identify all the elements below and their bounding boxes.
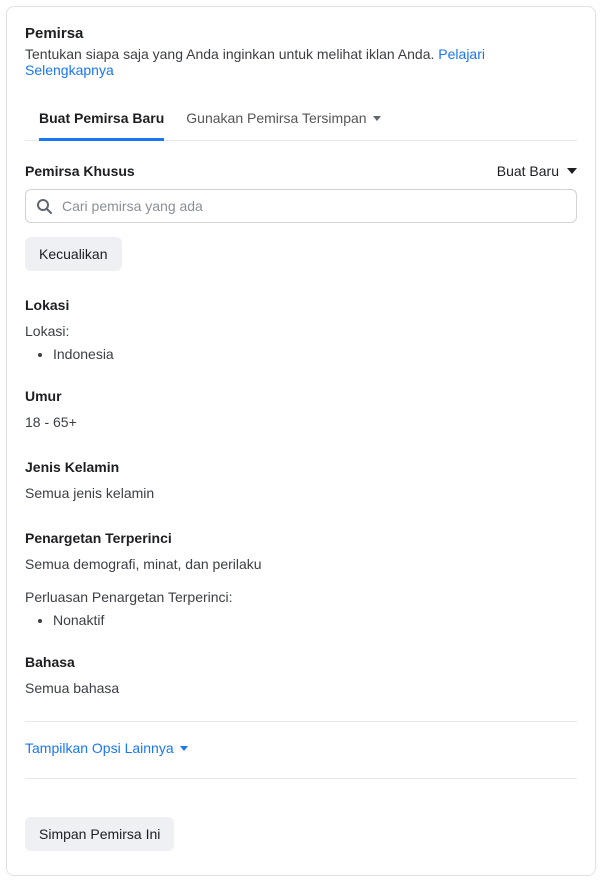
expansion-label: Perluasan Penargetan Terperinci:	[25, 587, 577, 608]
exclude-button[interactable]: Kecualikan	[25, 237, 122, 271]
language-block: Bahasa Semua bahasa	[25, 654, 577, 699]
search-input[interactable]	[62, 198, 566, 214]
card-header: Pemirsa Tentukan siapa saja yang Anda in…	[25, 25, 577, 78]
create-new-dropdown[interactable]: Buat Baru	[497, 163, 577, 179]
detailed-value: Semua demografi, minat, dan perilaku	[25, 554, 577, 575]
location-block: Lokasi Lokasi: Indonesia	[25, 297, 577, 362]
list-item: Indonesia	[53, 346, 577, 362]
gender-title: Jenis Kelamin	[25, 459, 577, 475]
language-title: Bahasa	[25, 654, 577, 670]
location-title: Lokasi	[25, 297, 577, 313]
custom-audience-label: Pemirsa Khusus	[25, 163, 135, 179]
divider	[25, 721, 577, 722]
language-value: Semua bahasa	[25, 678, 577, 699]
tab-create-audience[interactable]: Buat Pemirsa Baru	[39, 102, 164, 141]
save-audience-button[interactable]: Simpan Pemirsa Ini	[25, 817, 174, 851]
save-button-wrap: Simpan Pemirsa Ini	[25, 817, 577, 851]
expansion-list: Nonaktif	[25, 612, 577, 628]
tab-label: Buat Pemirsa Baru	[39, 110, 164, 126]
tab-saved-audience[interactable]: Gunakan Pemirsa Tersimpan	[186, 102, 380, 141]
page-title: Pemirsa	[25, 25, 577, 42]
show-more-options[interactable]: Tampilkan Opsi Lainnya	[25, 740, 188, 756]
chevron-down-icon	[567, 168, 577, 174]
chevron-down-icon	[373, 116, 381, 121]
search-input-wrap[interactable]	[25, 189, 577, 223]
audience-card: Pemirsa Tentukan siapa saja yang Anda in…	[6, 6, 596, 876]
location-label: Lokasi:	[25, 321, 577, 342]
custom-audience-header: Pemirsa Khusus Buat Baru	[25, 163, 577, 179]
search-icon	[36, 198, 52, 214]
list-item: Nonaktif	[53, 612, 577, 628]
age-title: Umur	[25, 388, 577, 404]
age-block: Umur 18 - 65+	[25, 388, 577, 433]
location-list: Indonesia	[25, 346, 577, 362]
gender-value: Semua jenis kelamin	[25, 483, 577, 504]
chevron-down-icon	[180, 746, 188, 751]
detailed-targeting-block: Penargetan Terperinci Semua demografi, m…	[25, 530, 577, 628]
tab-label: Gunakan Pemirsa Tersimpan	[186, 110, 366, 126]
description-text: Tentukan siapa saja yang Anda inginkan u…	[25, 46, 434, 62]
gender-block: Jenis Kelamin Semua jenis kelamin	[25, 459, 577, 504]
detailed-title: Penargetan Terperinci	[25, 530, 577, 546]
age-value: 18 - 65+	[25, 412, 577, 433]
tabs: Buat Pemirsa Baru Gunakan Pemirsa Tersim…	[25, 102, 577, 141]
page-description: Tentukan siapa saja yang Anda inginkan u…	[25, 46, 577, 78]
divider	[25, 778, 577, 779]
create-new-label: Buat Baru	[497, 163, 559, 179]
more-options-label: Tampilkan Opsi Lainnya	[25, 740, 174, 756]
